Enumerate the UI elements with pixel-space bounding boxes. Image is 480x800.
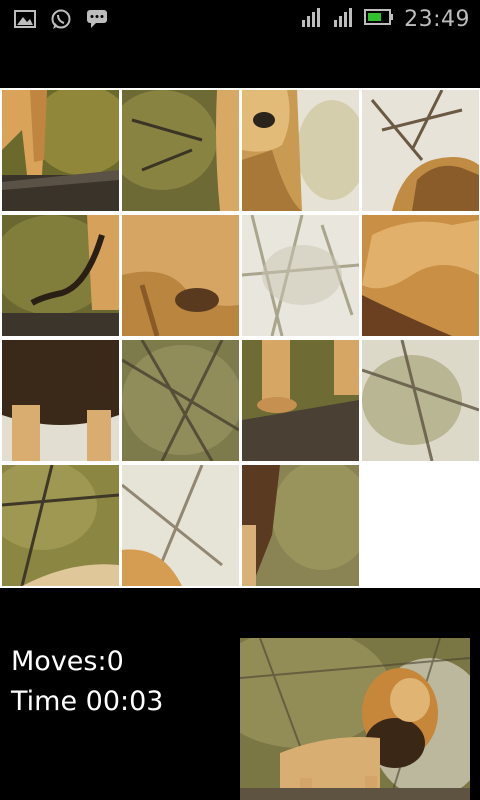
gallery-icon <box>14 9 36 33</box>
puzzle-tile[interactable] <box>2 340 119 461</box>
puzzle-tile[interactable] <box>242 465 359 586</box>
battery-icon <box>364 8 394 30</box>
puzzle-board <box>0 88 480 588</box>
puzzle-tile[interactable] <box>2 90 119 211</box>
puzzle-tile[interactable] <box>242 90 359 211</box>
signal-icon <box>332 6 354 32</box>
puzzle-tile[interactable] <box>122 340 239 461</box>
puzzle-tile[interactable] <box>242 215 359 336</box>
puzzle-tile[interactable] <box>362 90 479 211</box>
puzzle-tile[interactable] <box>362 340 479 461</box>
puzzle-tile[interactable] <box>122 90 239 211</box>
whatsapp-icon <box>50 8 72 34</box>
puzzle-tile[interactable] <box>122 215 239 336</box>
signal-icon <box>300 6 322 32</box>
puzzle-tile[interactable] <box>2 215 119 336</box>
puzzle-tile[interactable] <box>362 215 479 336</box>
puzzle-tile[interactable] <box>2 465 119 586</box>
status-bar-right-icons: 23:49 <box>300 6 470 32</box>
empty-tile-slot[interactable] <box>362 465 479 586</box>
status-time: 23:49 <box>404 6 470 32</box>
preview-image <box>240 638 470 800</box>
puzzle-tile[interactable] <box>122 465 239 586</box>
message-icon <box>86 9 108 33</box>
elapsed-time: Time 00:03 <box>11 686 164 717</box>
status-bar: 23:49 <box>0 0 480 38</box>
status-bar-left-icons <box>14 8 108 34</box>
moves-counter: Moves:0 <box>11 646 124 677</box>
puzzle-tile[interactable] <box>242 340 359 461</box>
